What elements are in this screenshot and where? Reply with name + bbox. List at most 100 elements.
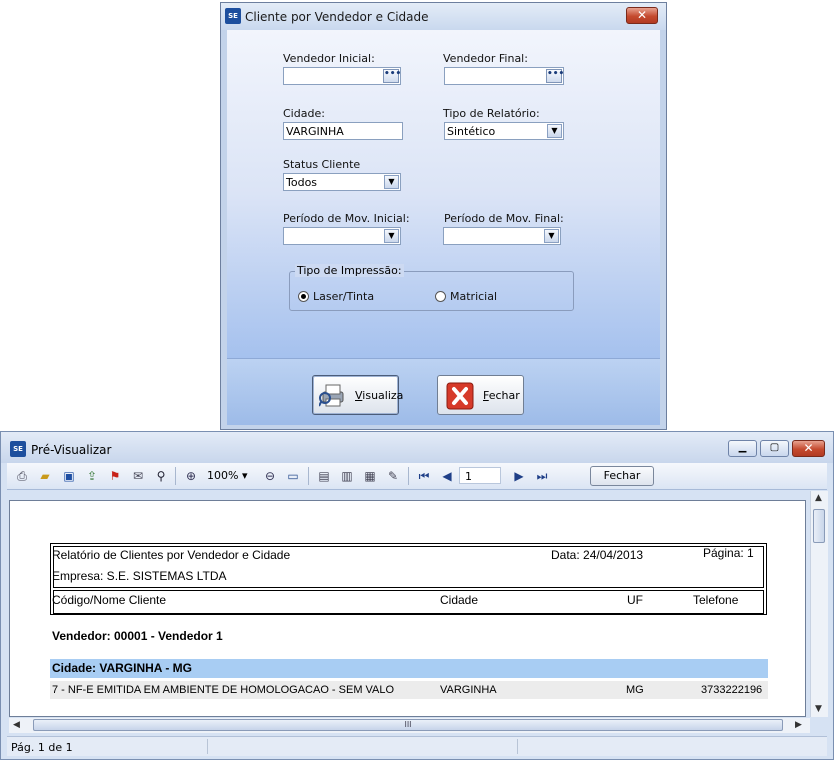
matricial-radio[interactable] <box>435 291 446 302</box>
tipo-relatorio-select[interactable]: Sintético ▼ <box>444 122 564 140</box>
laser-label[interactable]: Laser/Tinta <box>313 290 374 303</box>
fechar-button[interactable]: Fechar <box>437 375 524 415</box>
toolbar-separator <box>175 467 176 485</box>
preview-titlebar[interactable]: SE Pré-Visualizar ▁ ▢ ✕ <box>1 432 833 463</box>
scroll-left-icon[interactable]: ◀ <box>13 720 20 730</box>
vendedor-inicial-lookup-button[interactable]: ••• <box>383 69 401 83</box>
first-page-icon[interactable]: ⏮ <box>417 469 431 483</box>
tipo-relatorio-value: Sintético <box>447 125 496 138</box>
scroll-down-icon[interactable]: ▼ <box>815 704 822 714</box>
export-icon[interactable]: ⇪ <box>85 469 99 483</box>
chevron-down-icon[interactable]: ▼ <box>384 229 399 243</box>
periodo-final-select[interactable]: ▼ <box>443 227 561 245</box>
visualiza-button[interactable]: Visualiza <box>312 375 403 415</box>
col-header-telefone: Telefone <box>693 593 739 607</box>
book-icon[interactable]: ▦ <box>363 469 377 483</box>
col-header-cidade: Cidade <box>440 593 479 607</box>
tipo-relatorio-label: Tipo de Relatório: <box>443 107 540 120</box>
preview-toolbar: ⎙ ▰ ▣ ⇪ ⚑ ✉ ⚲ ⊕ 100% ▾ ⊖ ▭ ▤ ▥ ▦ ✎ ⏮ ◀ 1… <box>7 463 827 490</box>
col-header-uf: UF <box>627 593 643 607</box>
app-logo-icon: SE <box>225 8 241 24</box>
preview-close-button[interactable]: ✕ <box>792 440 825 457</box>
preview-window: SE Pré-Visualizar ▁ ▢ ✕ ⎙ ▰ ▣ ⇪ ⚑ ✉ ⚲ ⊕ … <box>0 431 834 760</box>
send-icon[interactable]: ✉ <box>131 469 145 483</box>
chevron-down-icon[interactable]: ▼ <box>384 175 399 189</box>
vendedor-heading: Vendedor: 00001 - Vendedor 1 <box>52 629 223 643</box>
row-cidade: VARGINHA <box>440 684 497 696</box>
tipo-impressao-group: Tipo de Impressão: Laser/Tinta Matricial <box>289 264 574 311</box>
open-icon[interactable]: ▰ <box>38 469 52 483</box>
scroll-up-icon[interactable]: ▲ <box>815 493 822 503</box>
status-cliente-label: Status Cliente <box>283 158 361 171</box>
dialog-close-button[interactable]: ✕ <box>626 7 658 24</box>
report-title: Relatório de Clientes por Vendedor e Cid… <box>52 548 291 562</box>
cidade-value: VARGINHA <box>286 125 344 138</box>
page-number-input[interactable]: 1 <box>459 467 501 484</box>
cidade-label: Cidade: <box>283 107 325 120</box>
status-cliente-select[interactable]: Todos ▼ <box>283 173 401 191</box>
report-date: Data: 24/04/2013 <box>551 548 644 562</box>
zoom-in-icon[interactable]: ⊕ <box>184 469 198 483</box>
table-row: 7 - NF-E EMITIDA EM AMBIENTE DE HOMOLOGA… <box>50 681 768 699</box>
pdf-icon[interactable]: ⚑ <box>108 469 122 483</box>
row-telefone: 3733222196 <box>701 684 763 696</box>
dialog-footer: Visualiza Fechar <box>227 358 660 425</box>
fit-page-icon[interactable]: ▭ <box>286 469 300 483</box>
status-page-info: Pág. 1 de 1 <box>11 741 73 754</box>
vertical-scrollbar[interactable]: ▲ ▼ <box>810 491 828 717</box>
toolbar-separator <box>308 467 309 485</box>
tipo-impressao-label: Tipo de Impressão: <box>295 264 404 277</box>
vendedor-inicial-field[interactable]: ••• <box>283 67 401 85</box>
maximize-button[interactable]: ▢ <box>760 440 789 457</box>
chevron-down-icon[interactable]: ▼ <box>547 124 562 138</box>
print-icon[interactable]: ⎙ <box>15 469 29 483</box>
cidade-input[interactable]: VARGINHA <box>283 122 403 140</box>
vendedor-final-lookup-button[interactable]: ••• <box>546 69 564 83</box>
prev-page-icon[interactable]: ◀ <box>440 469 454 483</box>
cidade-band: Cidade: VARGINHA - MG <box>50 659 768 678</box>
vertical-scroll-thumb[interactable] <box>813 509 825 543</box>
zoom-select[interactable]: 100% ▾ <box>207 469 247 482</box>
status-separator <box>517 739 518 754</box>
chevron-down-icon[interactable]: ▼ <box>544 229 559 243</box>
horizontal-scroll-thumb[interactable]: III <box>33 719 783 731</box>
vendedor-final-field[interactable]: ••• <box>444 67 564 85</box>
status-bar: Pág. 1 de 1 <box>7 736 827 756</box>
app-logo-icon: SE <box>10 441 26 457</box>
page-number-value: 1 <box>465 470 472 483</box>
scroll-right-icon[interactable]: ▶ <box>795 720 802 730</box>
toolbar-separator <box>408 467 409 485</box>
col-header-cliente: Código/Nome Cliente <box>52 593 167 607</box>
status-cliente-value: Todos <box>286 176 318 189</box>
laser-radio[interactable] <box>298 291 309 302</box>
periodo-final-label: Período de Mov. Final: <box>444 212 564 225</box>
vendedor-final-label: Vendedor Final: <box>443 52 528 65</box>
periodo-inicial-select[interactable]: ▼ <box>283 227 401 245</box>
vendedor-inicial-label: Vendedor Inicial: <box>283 52 375 65</box>
single-page-icon[interactable]: ▤ <box>317 469 331 483</box>
zoom-value: 100% <box>207 469 239 482</box>
last-page-icon[interactable]: ⏭ <box>535 469 549 483</box>
horizontal-scrollbar[interactable]: ◀ III ▶ <box>9 718 810 733</box>
find-icon[interactable]: ⚲ <box>154 469 168 483</box>
report-canvas: Relatório de Clientes por Vendedor e Cid… <box>9 500 806 717</box>
cidade-band-text: Cidade: VARGINHA - MG <box>52 661 192 675</box>
printer-preview-icon <box>319 384 344 407</box>
edit-icon[interactable]: ✎ <box>386 469 400 483</box>
dialog-body: Vendedor Inicial: ••• Vendedor Final: ••… <box>227 30 660 358</box>
close-x-icon <box>446 382 474 410</box>
report-page: Página: 1 <box>703 546 754 560</box>
matricial-label[interactable]: Matricial <box>450 290 497 303</box>
minimize-button[interactable]: ▁ <box>728 440 757 457</box>
dialog-titlebar[interactable]: SE Cliente por Vendedor e Cidade ✕ <box>221 3 666 30</box>
preview-title: Pré-Visualizar <box>31 443 112 457</box>
next-page-icon[interactable]: ▶ <box>512 469 526 483</box>
save-icon[interactable]: ▣ <box>62 469 76 483</box>
multi-page-icon[interactable]: ▥ <box>340 469 354 483</box>
row-uf: MG <box>626 684 644 696</box>
dialog-title: Cliente por Vendedor e Cidade <box>245 10 429 24</box>
toolbar-fechar-button[interactable]: Fechar <box>590 466 654 486</box>
visualiza-label: isualiza <box>362 389 404 402</box>
cliente-dialog: SE Cliente por Vendedor e Cidade ✕ Vende… <box>220 2 667 430</box>
zoom-out-icon[interactable]: ⊖ <box>263 469 277 483</box>
